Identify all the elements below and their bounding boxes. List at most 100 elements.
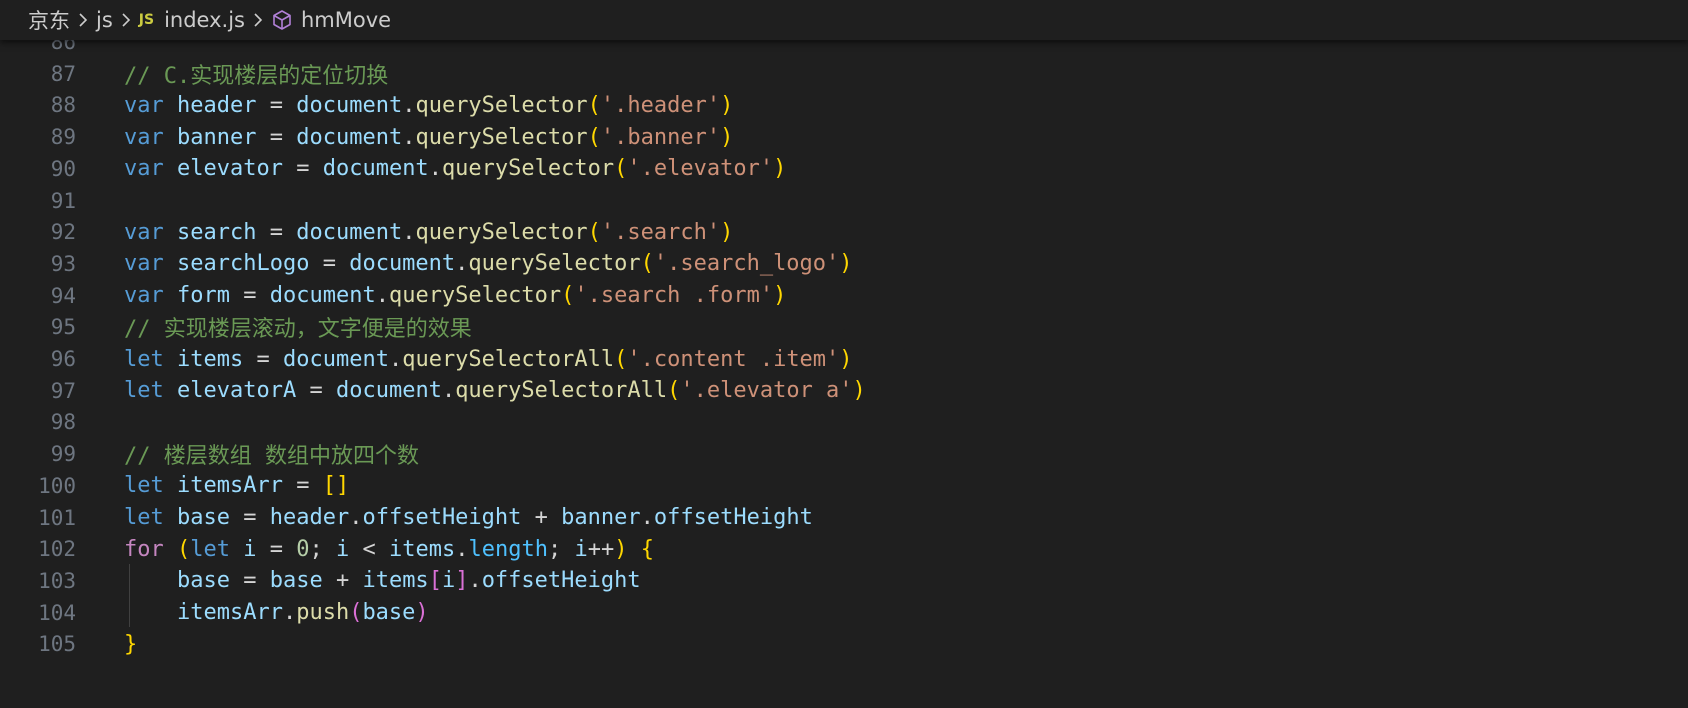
code-token: . [375, 283, 389, 309]
code-line[interactable]: 97 let elevatorA = document.querySelector… [0, 374, 1688, 408]
breadcrumb: 京东 js JS index.js hmMove [0, 0, 1688, 40]
code-token: ) [720, 92, 734, 118]
code-line[interactable]: 90 var elevator = document.querySelector(… [0, 152, 1688, 186]
code-token: // 楼层数组 数组中放四个数 [124, 444, 419, 470]
line-number: 98 [50, 410, 76, 435]
line-number: 92 [50, 220, 76, 245]
code-token: ( [587, 92, 601, 118]
code-token: [] [322, 473, 350, 499]
breadcrumb-item-symbol[interactable]: hmMove [271, 8, 391, 32]
code-line[interactable]: 89 var banner = document.querySelector('.… [0, 120, 1688, 154]
code-line[interactable]: 88 var header = document.querySelector('.… [0, 88, 1688, 122]
code-line[interactable]: 98 [0, 405, 1688, 439]
code-token: ( [667, 378, 681, 404]
code-token: querySelector [415, 219, 588, 245]
javascript-file-icon: JS [138, 12, 155, 28]
code-token: '.banner' [600, 124, 721, 150]
code-line[interactable]: 87 // C.实现楼层的定位切换 [0, 57, 1688, 91]
code-line[interactable]: 93 var searchLogo = document.querySelecto… [0, 247, 1688, 281]
code-token: = [256, 536, 297, 562]
code-token: querySelector [441, 156, 615, 182]
code-token: document [296, 92, 403, 118]
code-token: . [349, 505, 363, 530]
code-token: i [574, 536, 588, 562]
code-token: . [640, 505, 654, 530]
code-line[interactable]: 96 let items = document.querySelectorAll(… [0, 342, 1688, 376]
code-line[interactable]: 101 let base = header.offsetHeight + bann… [0, 501, 1688, 535]
code-text: // C.实现楼层的定位切换 [124, 58, 388, 90]
code-token: var [124, 251, 164, 277]
code-token: querySelectorAll [455, 378, 668, 404]
code-token: = [282, 156, 323, 182]
code-token: document [335, 378, 442, 404]
code-token: var [124, 219, 164, 245]
breadcrumb-label: 京东 [28, 9, 70, 33]
code-token: . [388, 346, 403, 372]
code-token: elevatorA [177, 378, 297, 404]
code-text: let itemsArr = [] [124, 473, 349, 498]
code-token: '.elevator a' [680, 378, 853, 404]
code-token: ( [177, 536, 191, 562]
code-token: elevator [177, 156, 283, 182]
chevron-right-icon [121, 12, 131, 28]
code-token: querySelector [415, 124, 588, 150]
code-token: for [124, 536, 164, 562]
code-token: push [296, 600, 350, 626]
code-line[interactable]: 99 // 楼层数组 数组中放四个数 [0, 437, 1688, 471]
code-token: base [177, 505, 230, 530]
code-token: . [402, 124, 416, 150]
code-token: = [229, 568, 270, 594]
code-text: var elevator = document.querySelector('.… [124, 156, 786, 181]
line-number: 89 [50, 125, 76, 150]
code-token: i [243, 536, 257, 562]
code-token: . [468, 568, 482, 594]
code-token: ) [720, 124, 734, 150]
code-token: base [269, 568, 323, 594]
code-token: ( [640, 251, 654, 277]
code-line[interactable]: 94 var form = document.querySelector('.se… [0, 279, 1688, 313]
code-editor[interactable]: 86 87// C.实现楼层的定位切换 88 var header = documen… [0, 0, 1688, 708]
code-line[interactable]: 102 for (let i = 0; i < items.length; i++… [0, 532, 1688, 566]
line-number: 90 [50, 156, 76, 181]
code-token: ( [587, 124, 601, 150]
code-token: [ [428, 568, 442, 594]
code-token: header [269, 505, 350, 530]
breadcrumb-item-file[interactable]: JS index.js [139, 8, 245, 32]
code-token: document [269, 283, 376, 309]
code-token: . [455, 536, 469, 562]
code-line[interactable]: 104 itemsArr.push(base) [0, 596, 1688, 630]
code-token: document [322, 156, 429, 182]
code-line[interactable]: 92 var search = document.querySelector('.… [0, 215, 1688, 249]
code-line[interactable]: 91 [0, 184, 1688, 218]
code-token: let [124, 505, 164, 530]
code-line[interactable]: 100 let itemsArr = [] [0, 469, 1688, 503]
code-line[interactable]: 105} [0, 627, 1688, 661]
cube-icon [271, 9, 293, 31]
code-token: ; [309, 536, 336, 562]
code-token: ) [839, 251, 853, 277]
code-token: = [296, 378, 336, 404]
code-token: form [177, 283, 230, 309]
code-token: querySelector [415, 92, 588, 118]
code-text: var search = document.querySelector('.se… [124, 220, 733, 245]
code-text: base = base + items[i].offsetHeight [124, 568, 641, 593]
code-token: + [521, 505, 562, 530]
code-line[interactable]: 95 // 实现楼层滚动，文字便是的效果 [0, 310, 1688, 344]
breadcrumb-item-folder-jd[interactable]: 京东 [28, 5, 70, 35]
code-token: ) [852, 378, 866, 404]
code-token: '.elevator' [627, 156, 774, 182]
breadcrumb-item-folder-js[interactable]: js [96, 8, 113, 32]
code-token: = [229, 283, 270, 309]
chevron-right-icon [78, 12, 88, 28]
code-line[interactable]: 103 base = base + items[i].offsetHeight [0, 564, 1688, 598]
code-token: ] [455, 568, 469, 594]
code-token: ( [614, 346, 628, 372]
indent-guide [129, 563, 130, 628]
